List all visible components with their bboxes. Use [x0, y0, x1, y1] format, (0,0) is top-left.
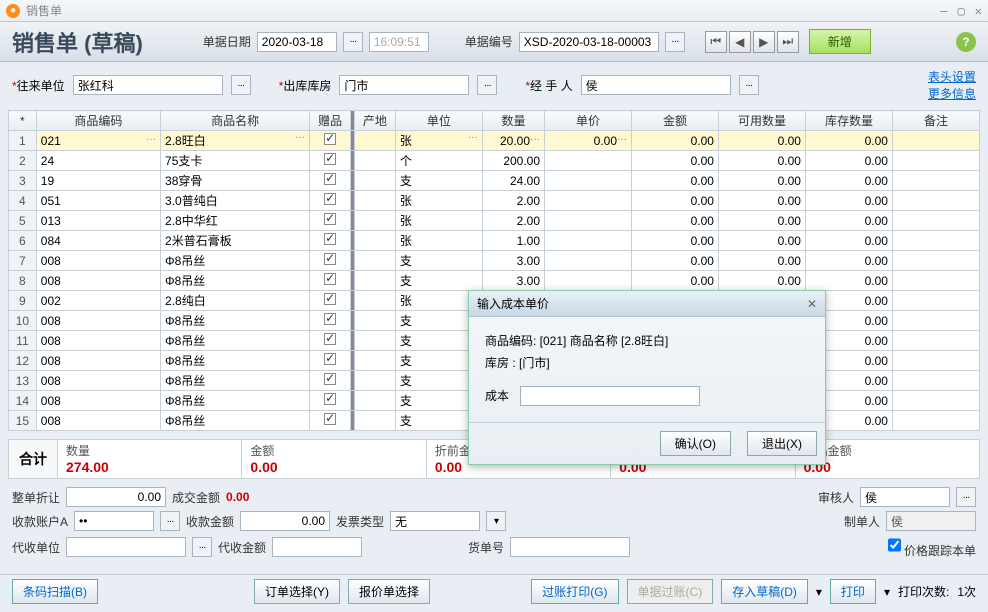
reviewer-label: 审核人 [818, 489, 854, 506]
help-icon[interactable]: ? [956, 32, 976, 52]
docno-input[interactable] [519, 32, 659, 52]
table-row[interactable]: 31938穿骨支24.000.000.000.00 [9, 171, 980, 191]
time-input [369, 32, 429, 52]
recv-amt-label: 收款金额 [186, 513, 234, 530]
dialog-cancel-button[interactable]: 退出(X) [747, 431, 817, 456]
date-label: 单据日期 [203, 33, 251, 50]
cod-unit-picker-icon[interactable]: ··· [192, 537, 212, 557]
date-input[interactable] [257, 32, 337, 52]
ship-no-label: 货单号 [468, 539, 504, 556]
grid-col-3[interactable]: 赠品 [310, 111, 351, 131]
cost-input[interactable] [520, 386, 700, 406]
grid-col-9[interactable]: 可用数量 [718, 111, 805, 131]
grid-col-6[interactable]: 数量 [482, 111, 544, 131]
dialog-line2: 库房 : [门市] [485, 353, 809, 375]
cod-unit-input[interactable] [66, 537, 186, 557]
cod-unit-label: 代收单位 [12, 539, 60, 556]
table-row[interactable]: 7008Φ8吊丝支3.000.000.000.00 [9, 251, 980, 271]
quote-select-button[interactable]: 报价单选择 [348, 579, 430, 604]
handler-label: *经 手 人 [525, 77, 572, 94]
docno-picker-icon[interactable]: ··· [665, 32, 685, 52]
party-label: *往来单位 [12, 77, 65, 94]
discount-label: 整单折让 [12, 489, 60, 506]
dialog-line1: 商品编码: [021] 商品名称 [2.8旺白] [485, 331, 809, 353]
window-titlebar: ● 销售单 — ▢ ✕ [0, 0, 988, 22]
ship-no-input[interactable] [510, 537, 630, 557]
window-title: 销售单 [26, 2, 62, 19]
invoice-type-picker-icon[interactable]: ▾ [486, 511, 506, 531]
dialog-close-icon[interactable]: ✕ [807, 297, 817, 311]
grid-col-7[interactable]: 单价 [545, 111, 632, 131]
form-row: *往来单位 ··· *出库库房 ··· *经 手 人 ··· 表头设置 更多信息 [0, 62, 988, 108]
maker-label: 制单人 [844, 513, 880, 530]
post-button: 单据过账(C) [627, 579, 714, 604]
table-row[interactable]: 8008Φ8吊丝支3.000.000.000.00 [9, 271, 980, 291]
app-icon: ● [6, 4, 20, 18]
grid-col-10[interactable]: 库存数量 [805, 111, 892, 131]
scan-button[interactable]: 条码扫描(B) [12, 579, 98, 604]
maximize-icon[interactable]: ▢ [958, 4, 965, 18]
print-count-label: 打印次数: [898, 583, 949, 600]
new-button[interactable]: 新增 [809, 29, 871, 54]
nav-first-icon[interactable]: ⏮ [705, 31, 727, 53]
grid-col-1[interactable]: 商品编码 [36, 111, 160, 131]
handler-picker-icon[interactable]: ··· [739, 75, 759, 95]
handler-input[interactable] [581, 75, 731, 95]
totals-label: 合计 [9, 440, 58, 478]
grid-col-11[interactable]: 备注 [892, 111, 979, 131]
invoice-type-label: 发票类型 [336, 513, 384, 530]
footer: 条码扫描(B) 订单选择(Y) 报价单选择 过账打印(G) 单据过账(C) 存入… [0, 574, 988, 608]
warehouse-label: *出库库房 [279, 77, 332, 94]
deal-value: 0.00 [226, 490, 249, 504]
warehouse-picker-icon[interactable]: ··· [477, 75, 497, 95]
bottom-form: 整单折让 成交金额 0.00 审核人 ··· 收款账户A ··· 收款金额 发票… [0, 487, 988, 559]
invoice-type-input[interactable] [390, 511, 480, 531]
dialog-title: 输入成本单价 [477, 295, 549, 312]
party-picker-icon[interactable]: ··· [231, 75, 251, 95]
print-count: 1次 [957, 583, 976, 600]
recv-acct-input[interactable] [74, 511, 154, 531]
discount-input[interactable] [66, 487, 166, 507]
minimize-icon[interactable]: — [940, 4, 947, 18]
post-print-button[interactable]: 过账打印(G) [531, 579, 618, 604]
nav-prev-icon[interactable]: ◀ [729, 31, 751, 53]
print-button[interactable]: 打印 [830, 579, 876, 604]
dialog-ok-button[interactable]: 确认(O) [660, 431, 731, 456]
order-select-button[interactable]: 订单选择(Y) [254, 579, 340, 604]
page-header: 销售单 (草稿) 单据日期 ··· 单据编号 ··· ⏮ ◀ ▶ ⏭ 新增 ? [0, 22, 988, 62]
cod-amt-input[interactable] [272, 537, 362, 557]
warehouse-input[interactable] [339, 75, 469, 95]
page-title: 销售单 (草稿) [12, 26, 143, 58]
table-row[interactable]: 50132.8中华红张2.000.000.000.00 [9, 211, 980, 231]
grid-col-8[interactable]: 金额 [632, 111, 719, 131]
recv-acct-picker-icon[interactable]: ··· [160, 511, 180, 531]
grid-col-2[interactable]: 商品名称 [161, 111, 310, 131]
recv-acct-label: 收款账户A [12, 513, 68, 530]
save-draft-button[interactable]: 存入草稿(D) [721, 579, 808, 604]
maker-input [886, 511, 976, 531]
table-row[interactable]: 22475支卡个200.000.000.000.00 [9, 151, 980, 171]
date-picker-icon[interactable]: ··· [343, 32, 363, 52]
recv-amt-input[interactable] [240, 511, 330, 531]
cod-amt-label: 代收金额 [218, 539, 266, 556]
reviewer-input[interactable] [860, 487, 950, 507]
reviewer-picker-icon[interactable]: ··· [956, 487, 976, 507]
cost-dialog: 输入成本单价 ✕ 商品编码: [021] 商品名称 [2.8旺白] 库房 : [… [468, 290, 826, 465]
close-icon[interactable]: ✕ [975, 4, 982, 18]
nav-next-icon[interactable]: ▶ [753, 31, 775, 53]
track-cost-checkbox[interactable]: 价格跟踪本单 [888, 535, 976, 559]
grid-col-4[interactable]: 产地 [354, 111, 395, 131]
grid-col-0[interactable]: * [9, 111, 37, 131]
grid-col-5[interactable]: 单位 [395, 111, 482, 131]
nav-last-icon[interactable]: ⏭ [777, 31, 799, 53]
deal-label: 成交金额 [172, 489, 220, 506]
table-row[interactable]: 40513.0普纯白张2.000.000.000.00 [9, 191, 980, 211]
more-info-link[interactable]: 更多信息 [928, 85, 976, 102]
header-setting-link[interactable]: 表头设置 [928, 68, 976, 85]
table-row[interactable]: 1021···2.8旺白···张···20.00···0.00···0.000.… [9, 131, 980, 151]
party-input[interactable] [73, 75, 223, 95]
docno-label: 单据编号 [465, 33, 513, 50]
table-row[interactable]: 60842米普石膏板张1.000.000.000.00 [9, 231, 980, 251]
cost-label: 成本 [485, 389, 509, 403]
